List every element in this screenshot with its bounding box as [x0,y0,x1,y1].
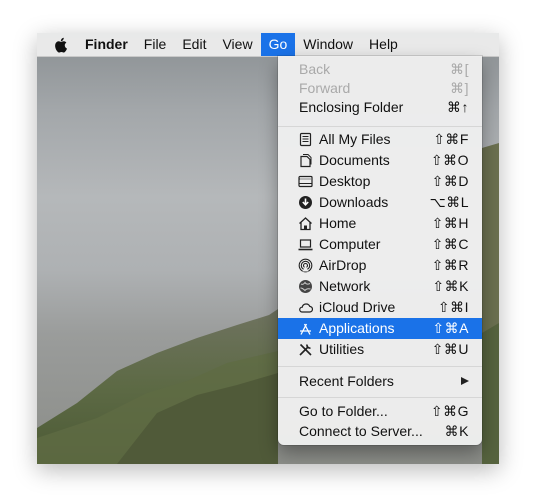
downloads-icon [299,196,312,209]
menu-item-label: Desktop [319,173,371,189]
menu-item-network[interactable]: Network ⇧⌘K [278,276,482,297]
shortcut-label: ⇧⌘R [431,257,469,273]
menu-view[interactable]: View [214,33,260,56]
menu-separator [278,366,482,367]
all-my-files-icon [299,132,312,147]
menu-item-label: Recent Folders [299,373,394,389]
shortcut-label: ⇧⌘K [432,278,469,294]
menu-separator [278,397,482,398]
shortcut-label: ⇧⌘F [433,131,469,147]
shortcut-label: ⌘↑ [447,99,469,115]
go-menu-dropdown: Back ⌘[ Forward ⌘] Enclosing Folder ⌘↑ A… [278,56,482,445]
menu-item-label: Utilities [319,341,365,357]
shortcut-label: ⇧⌘H [431,215,469,231]
menu-item-go-to-folder[interactable]: Go to Folder... ⇧⌘G [278,401,482,422]
apple-icon [55,37,67,53]
menu-bar: Finder File Edit View Go Window Help [37,33,499,57]
menu-item-home[interactable]: Home ⇧⌘H [278,213,482,234]
menu-item-label: iCloud Drive [319,299,396,315]
menu-file[interactable]: File [136,33,175,56]
menu-item-connect-to-server[interactable]: Connect to Server... ⌘K [278,421,482,442]
menu-item-label: Enclosing Folder [299,99,404,115]
menu-help[interactable]: Help [361,33,406,56]
shortcut-label: ⇧⌘I [437,299,469,315]
airdrop-icon [298,258,313,273]
menu-item-label: Connect to Server... [299,423,423,439]
menu-item-all-my-files[interactable]: All My Files ⇧⌘F [278,129,482,150]
computer-icon [298,239,313,251]
shortcut-label: ⌘[ [450,61,469,77]
menu-item-applications[interactable]: Applications ⇧⌘A [278,318,482,339]
shortcut-label: ⇧⌘D [431,173,469,189]
menu-item-downloads[interactable]: Downloads ⌥⌘L [278,192,482,213]
menu-item-label: Applications [319,320,395,336]
menu-edit[interactable]: Edit [174,33,214,56]
icloud-drive-icon [299,303,313,313]
menu-item-airdrop[interactable]: AirDrop ⇧⌘R [278,255,482,276]
menu-item-label: Home [319,215,357,231]
menu-item-enclosing-folder[interactable]: Enclosing Folder ⌘↑ [278,97,482,118]
shortcut-label: ⇧⌘O [430,152,469,168]
menu-item-label: Downloads [319,194,389,210]
menu-window[interactable]: Window [295,33,361,56]
menu-item-label: Computer [319,236,381,252]
home-icon [299,217,312,231]
menu-item-desktop[interactable]: Desktop ⇧⌘D [278,171,482,192]
menu-item-label: Go to Folder... [299,403,388,419]
menu-finder[interactable]: Finder [77,33,136,56]
shortcut-label: ⌘K [444,423,469,439]
menu-go[interactable]: Go [260,33,296,56]
shortcut-label: ⇧⌘U [431,341,469,357]
documents-icon [300,154,312,168]
shortcut-label: ⇧⌘C [431,236,469,252]
menu-item-icloud-drive[interactable]: iCloud Drive ⇧⌘I [278,297,482,318]
shortcut-label: ⌘] [450,80,469,96]
menu-item-utilities[interactable]: Utilities ⇧⌘U [278,339,482,360]
menu-item-label: Network [319,278,371,294]
desktop-icon [298,175,313,188]
apple-menu[interactable] [37,33,77,56]
shortcut-label: ⇧⌘G [430,403,469,419]
menu-item-label: AirDrop [319,257,367,273]
menu-item-recent-folders[interactable]: Recent Folders [278,371,482,392]
menu-item-documents[interactable]: Documents ⇧⌘O [278,150,482,171]
menu-item-label: Back [299,61,331,77]
network-icon [299,280,312,293]
applications-icon [300,323,311,335]
menu-item-computer[interactable]: Computer ⇧⌘C [278,234,482,255]
menu-separator [278,126,482,127]
shortcut-label: ⌥⌘L [429,194,469,210]
desktop-screen: Finder File Edit View Go Window Help Bac… [37,33,499,464]
submenu-arrow-icon [461,377,469,385]
menu-item-label: Forward [299,80,351,96]
utilities-icon [299,343,312,356]
menu-item-label: Documents [319,152,390,168]
menu-item-label: All My Files [319,131,391,147]
menu-item-forward[interactable]: Forward ⌘] [278,78,482,99]
shortcut-label: ⇧⌘A [432,320,469,336]
menu-item-back[interactable]: Back ⌘[ [278,59,482,80]
